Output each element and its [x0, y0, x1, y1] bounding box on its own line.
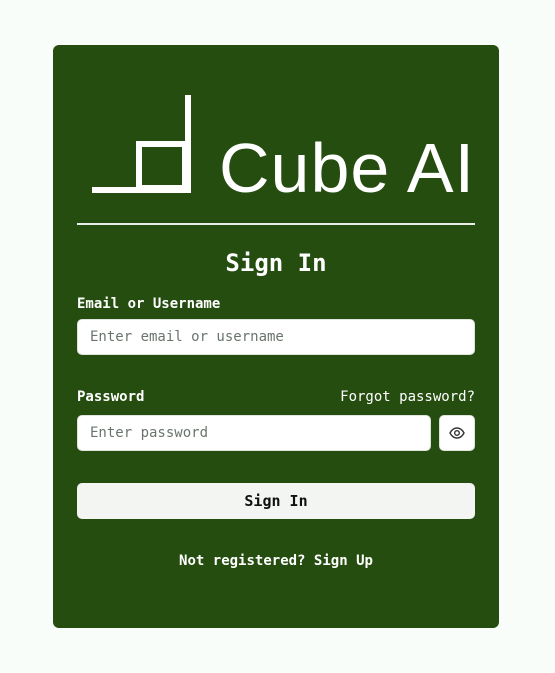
sign-in-button[interactable]: Sign In [77, 483, 475, 519]
divider [77, 223, 475, 225]
email-label: Email or Username [77, 296, 221, 312]
page-title: Sign In [225, 249, 327, 277]
email-input[interactable] [77, 319, 475, 355]
sign-up-link[interactable]: Sign Up [314, 553, 373, 569]
password-label: Password [77, 389, 145, 405]
password-input[interactable] [77, 415, 431, 451]
show-password-button[interactable] [439, 415, 475, 451]
brand-name: Cube AI [219, 129, 476, 207]
signup-prompt: Not registered? Sign Up [53, 551, 499, 571]
signup-prompt-text: Not registered? [179, 553, 306, 569]
cube-logo-icon [92, 95, 191, 193]
signin-card: Cube AI Sign In Email or Username Passwo… [53, 45, 499, 628]
forgot-password-link[interactable]: Forgot password? [340, 388, 475, 406]
eye-icon [449, 427, 465, 439]
